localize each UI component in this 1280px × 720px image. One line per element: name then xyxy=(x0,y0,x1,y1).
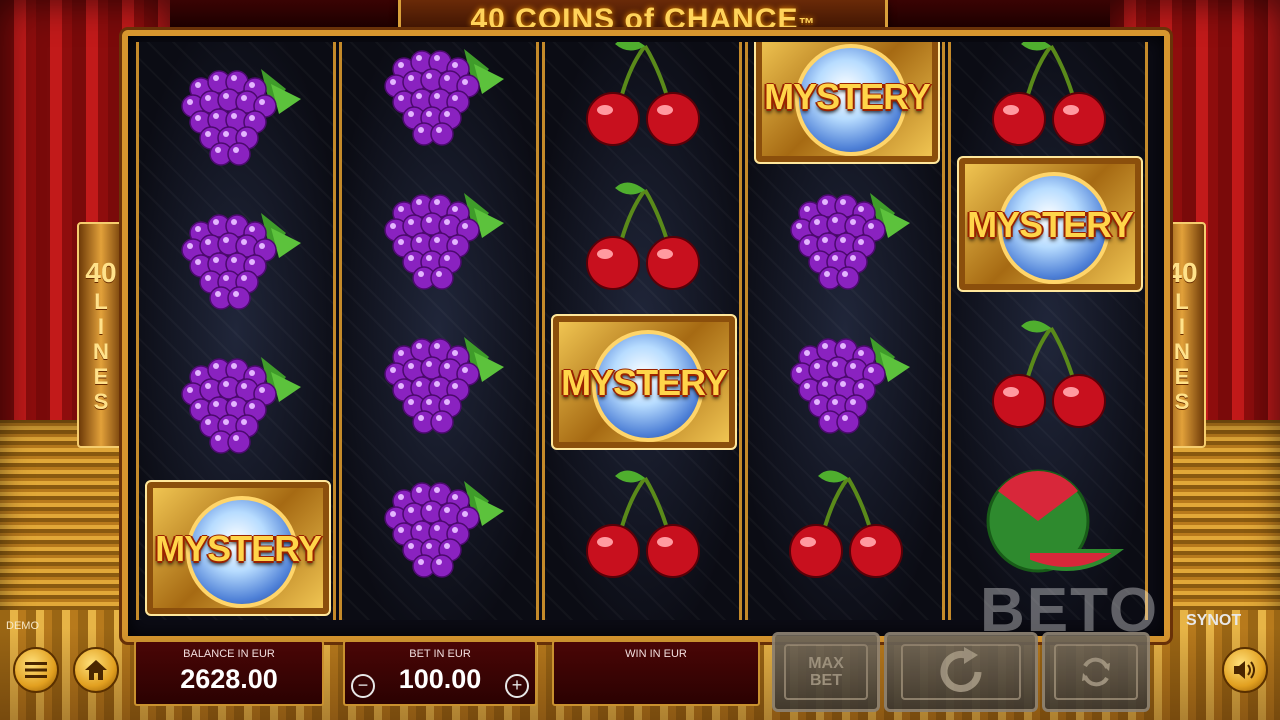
bet-decrease-button[interactable]: − xyxy=(351,674,375,698)
demo-label: DEMO xyxy=(6,620,39,632)
jester-symbol xyxy=(545,598,739,620)
mystery-symbol: MYSTERY xyxy=(754,42,940,164)
grapes-symbol xyxy=(342,42,536,166)
mystery-label: MYSTERY xyxy=(561,362,728,403)
grapes-symbol xyxy=(139,186,333,330)
max-bet-label: MAX BET xyxy=(808,654,844,689)
grapes-symbol xyxy=(139,330,333,474)
mystery-symbol: MYSTERY xyxy=(145,480,331,616)
lines-badge-left: 40 LINES xyxy=(77,222,125,448)
max-bet-button[interactable]: MAX BET xyxy=(772,632,880,712)
beto-watermark: BETO xyxy=(980,576,1160,645)
grapes-symbol xyxy=(748,310,942,454)
cherries-symbol xyxy=(545,454,739,598)
cherries-symbol xyxy=(545,166,739,310)
mystery-label: MYSTERY xyxy=(764,76,931,117)
cherries-symbol xyxy=(545,42,739,166)
speaker-icon xyxy=(1234,661,1255,679)
lines-count: 40 xyxy=(85,256,117,288)
reel-1: MYSTERY xyxy=(136,42,336,620)
home-icon xyxy=(85,660,107,680)
balance-caption: BALANCE IN EUR xyxy=(183,648,275,660)
balance-value: 2628.00 xyxy=(180,664,278,694)
cherries-symbol xyxy=(951,304,1145,448)
win-caption: WIN IN EUR xyxy=(625,648,687,660)
mystery-label: MYSTERY xyxy=(967,204,1134,245)
cherries-symbol xyxy=(951,42,1145,166)
cherries-symbol xyxy=(748,454,942,598)
grapes-symbol xyxy=(139,42,333,186)
autoplay-icon xyxy=(1081,657,1110,687)
mystery-symbol: MYSTERY xyxy=(957,156,1143,292)
reel-5: MYSTERY xyxy=(948,42,1148,620)
plum-symbol xyxy=(342,598,536,620)
lines-word: LINES xyxy=(93,288,109,414)
sound-button[interactable] xyxy=(1222,647,1268,693)
home-button[interactable] xyxy=(73,647,119,693)
lines-word: LINES xyxy=(1174,288,1190,414)
lines-count: 40 xyxy=(1166,256,1198,288)
reel-4: MYSTERY xyxy=(745,42,945,620)
bet-increase-button[interactable]: + xyxy=(505,674,529,698)
bet-caption: BET IN EUR xyxy=(409,648,471,660)
mystery-label: MYSTERY xyxy=(155,528,322,569)
bet-panel: BET IN EUR 100.00 − + xyxy=(343,640,537,706)
reel-3: MYSTERY xyxy=(542,42,742,620)
grapes-symbol xyxy=(342,166,536,310)
menu-button[interactable] xyxy=(13,647,59,693)
grapes-symbol xyxy=(342,454,536,598)
balance-panel: BALANCE IN EUR 2628.00 xyxy=(134,640,324,706)
menu-icon xyxy=(25,662,47,678)
reel-2 xyxy=(339,42,539,620)
win-panel: WIN IN EUR xyxy=(552,640,760,706)
spin-arrow-icon xyxy=(940,647,982,692)
grapes-symbol xyxy=(342,310,536,454)
grapes-symbol xyxy=(748,166,942,310)
mystery-symbol: MYSTERY xyxy=(551,314,737,450)
provider-logo: SYNOT xyxy=(1186,612,1242,629)
